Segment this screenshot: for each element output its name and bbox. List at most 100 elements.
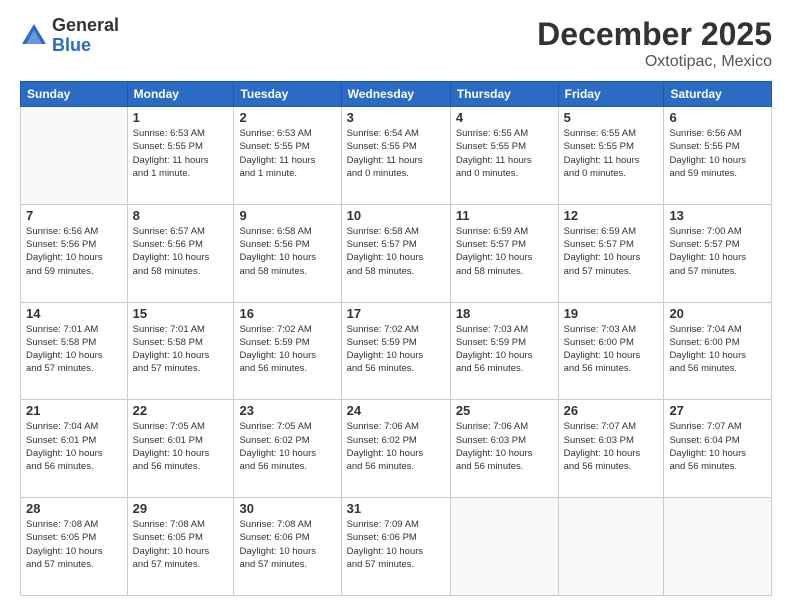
calendar-cell: 12 Sunrise: 6:59 AM Sunset: 5:57 PM Dayli… [558, 204, 664, 302]
day-info: Sunrise: 7:08 AM Sunset: 6:06 PM Dayligh… [239, 518, 335, 571]
day-info: Sunrise: 6:58 AM Sunset: 5:56 PM Dayligh… [239, 225, 335, 278]
day-info: Sunrise: 6:58 AM Sunset: 5:57 PM Dayligh… [347, 225, 445, 278]
header-tuesday: Tuesday [234, 82, 341, 107]
calendar-header-row: SundayMondayTuesdayWednesdayThursdayFrid… [21, 82, 772, 107]
logo: General Blue [20, 16, 119, 56]
day-number: 16 [239, 306, 335, 321]
title-area: December 2025 Oxtotipac, Mexico [537, 16, 772, 71]
calendar-cell: 4Sunrise: 6:55 AM Sunset: 5:55 PM Daylig… [450, 107, 558, 205]
calendar-cell: 23 Sunrise: 7:05 AM Sunset: 6:02 PM Dayli… [234, 400, 341, 498]
day-number: 11 [456, 208, 553, 223]
logo-general: General [52, 16, 119, 36]
day-number: 5 [564, 110, 659, 125]
day-number: 15 [133, 306, 229, 321]
day-number: 31 [347, 501, 445, 516]
calendar-cell: 16 Sunrise: 7:02 AM Sunset: 5:59 PM Dayli… [234, 302, 341, 400]
day-number: 3 [347, 110, 445, 125]
calendar-cell: 31 Sunrise: 7:09 AM Sunset: 6:06 PM Dayli… [341, 498, 450, 596]
calendar-cell: 29 Sunrise: 7:08 AM Sunset: 6:05 PM Dayli… [127, 498, 234, 596]
logo-icon [20, 22, 48, 50]
calendar-cell: 3 Sunrise: 6:54 AM Sunset: 5:55 PM Daylig… [341, 107, 450, 205]
calendar-cell: 2 Sunrise: 6:53 AM Sunset: 5:55 PM Daylig… [234, 107, 341, 205]
day-info: Sunrise: 6:53 AM Sunset: 5:55 PM Dayligh… [133, 127, 229, 180]
day-number: 23 [239, 403, 335, 418]
calendar-cell: 21 Sunrise: 7:04 AM Sunset: 6:01 PM Dayli… [21, 400, 128, 498]
day-info: Sunrise: 6:59 AM Sunset: 5:57 PM Dayligh… [564, 225, 659, 278]
calendar-cell: 24Sunrise: 7:06 AM Sunset: 6:02 PM Dayli… [341, 400, 450, 498]
day-number: 29 [133, 501, 229, 516]
day-info: Sunrise: 6:54 AM Sunset: 5:55 PM Dayligh… [347, 127, 445, 180]
day-number: 12 [564, 208, 659, 223]
calendar-week-1: 1 Sunrise: 6:53 AM Sunset: 5:55 PM Daylig… [21, 107, 772, 205]
calendar-cell [450, 498, 558, 596]
day-number: 28 [26, 501, 122, 516]
day-info: Sunrise: 7:00 AM Sunset: 5:57 PM Dayligh… [669, 225, 766, 278]
day-number: 14 [26, 306, 122, 321]
calendar-cell: 11Sunrise: 6:59 AM Sunset: 5:57 PM Dayli… [450, 204, 558, 302]
calendar-cell: 26 Sunrise: 7:07 AM Sunset: 6:03 PM Dayli… [558, 400, 664, 498]
day-info: Sunrise: 7:07 AM Sunset: 6:03 PM Dayligh… [564, 420, 659, 473]
calendar: SundayMondayTuesdayWednesdayThursdayFrid… [20, 81, 772, 596]
day-info: Sunrise: 7:02 AM Sunset: 5:59 PM Dayligh… [347, 323, 445, 376]
day-number: 10 [347, 208, 445, 223]
day-info: Sunrise: 7:07 AM Sunset: 6:04 PM Dayligh… [669, 420, 766, 473]
location-subtitle: Oxtotipac, Mexico [537, 53, 772, 71]
day-info: Sunrise: 7:08 AM Sunset: 6:05 PM Dayligh… [26, 518, 122, 571]
header-thursday: Thursday [450, 82, 558, 107]
calendar-cell: 20 Sunrise: 7:04 AM Sunset: 6:00 PM Dayli… [664, 302, 772, 400]
day-info: Sunrise: 7:03 AM Sunset: 5:59 PM Dayligh… [456, 323, 553, 376]
header-sunday: Sunday [21, 82, 128, 107]
calendar-cell: 13 Sunrise: 7:00 AM Sunset: 5:57 PM Dayli… [664, 204, 772, 302]
day-info: Sunrise: 7:04 AM Sunset: 6:00 PM Dayligh… [669, 323, 766, 376]
day-number: 8 [133, 208, 229, 223]
calendar-week-4: 21 Sunrise: 7:04 AM Sunset: 6:01 PM Dayli… [21, 400, 772, 498]
calendar-cell: 1 Sunrise: 6:53 AM Sunset: 5:55 PM Daylig… [127, 107, 234, 205]
calendar-cell: 5 Sunrise: 6:55 AM Sunset: 5:55 PM Daylig… [558, 107, 664, 205]
day-number: 27 [669, 403, 766, 418]
calendar-cell: 18Sunrise: 7:03 AM Sunset: 5:59 PM Dayli… [450, 302, 558, 400]
header-friday: Friday [558, 82, 664, 107]
calendar-cell: 17Sunrise: 7:02 AM Sunset: 5:59 PM Dayli… [341, 302, 450, 400]
day-number: 30 [239, 501, 335, 516]
calendar-cell [21, 107, 128, 205]
day-info: Sunrise: 7:01 AM Sunset: 5:58 PM Dayligh… [133, 323, 229, 376]
month-title: December 2025 [537, 16, 772, 53]
day-info: Sunrise: 7:08 AM Sunset: 6:05 PM Dayligh… [133, 518, 229, 571]
day-number: 19 [564, 306, 659, 321]
calendar-cell: 15 Sunrise: 7:01 AM Sunset: 5:58 PM Dayli… [127, 302, 234, 400]
calendar-cell: 9Sunrise: 6:58 AM Sunset: 5:56 PM Daylig… [234, 204, 341, 302]
day-number: 20 [669, 306, 766, 321]
calendar-cell: 8 Sunrise: 6:57 AM Sunset: 5:56 PM Daylig… [127, 204, 234, 302]
day-number: 26 [564, 403, 659, 418]
calendar-week-3: 14 Sunrise: 7:01 AM Sunset: 5:58 PM Dayli… [21, 302, 772, 400]
day-info: Sunrise: 7:05 AM Sunset: 6:01 PM Dayligh… [133, 420, 229, 473]
header-saturday: Saturday [664, 82, 772, 107]
logo-blue: Blue [52, 36, 119, 56]
day-number: 7 [26, 208, 122, 223]
day-info: Sunrise: 7:03 AM Sunset: 6:00 PM Dayligh… [564, 323, 659, 376]
day-number: 22 [133, 403, 229, 418]
calendar-cell: 10 Sunrise: 6:58 AM Sunset: 5:57 PM Dayli… [341, 204, 450, 302]
day-info: Sunrise: 7:04 AM Sunset: 6:01 PM Dayligh… [26, 420, 122, 473]
day-info: Sunrise: 6:55 AM Sunset: 5:55 PM Dayligh… [564, 127, 659, 180]
logo-text: General Blue [52, 16, 119, 56]
day-info: Sunrise: 7:06 AM Sunset: 6:02 PM Dayligh… [347, 420, 445, 473]
day-info: Sunrise: 6:53 AM Sunset: 5:55 PM Dayligh… [239, 127, 335, 180]
day-info: Sunrise: 6:56 AM Sunset: 5:55 PM Dayligh… [669, 127, 766, 180]
day-info: Sunrise: 6:57 AM Sunset: 5:56 PM Dayligh… [133, 225, 229, 278]
day-info: Sunrise: 7:05 AM Sunset: 6:02 PM Dayligh… [239, 420, 335, 473]
day-number: 1 [133, 110, 229, 125]
calendar-cell [664, 498, 772, 596]
day-info: Sunrise: 7:09 AM Sunset: 6:06 PM Dayligh… [347, 518, 445, 571]
day-info: Sunrise: 7:01 AM Sunset: 5:58 PM Dayligh… [26, 323, 122, 376]
calendar-cell: 30 Sunrise: 7:08 AM Sunset: 6:06 PM Dayli… [234, 498, 341, 596]
calendar-cell: 6Sunrise: 6:56 AM Sunset: 5:55 PM Daylig… [664, 107, 772, 205]
day-info: Sunrise: 7:02 AM Sunset: 5:59 PM Dayligh… [239, 323, 335, 376]
day-number: 13 [669, 208, 766, 223]
calendar-week-5: 28 Sunrise: 7:08 AM Sunset: 6:05 PM Dayli… [21, 498, 772, 596]
calendar-week-2: 7Sunrise: 6:56 AM Sunset: 5:56 PM Daylig… [21, 204, 772, 302]
day-number: 2 [239, 110, 335, 125]
calendar-cell: 14 Sunrise: 7:01 AM Sunset: 5:58 PM Dayli… [21, 302, 128, 400]
day-number: 21 [26, 403, 122, 418]
calendar-cell: 7Sunrise: 6:56 AM Sunset: 5:56 PM Daylig… [21, 204, 128, 302]
